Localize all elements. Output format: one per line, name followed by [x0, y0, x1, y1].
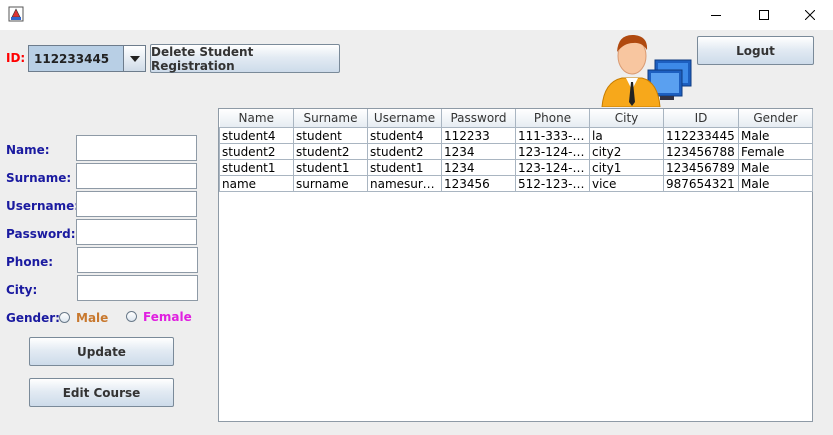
column-header[interactable]: Username [367, 109, 442, 128]
table-cell[interactable]: 123-124-1... [515, 143, 590, 160]
table-cell[interactable]: student4 [367, 127, 442, 144]
table-cell[interactable]: la [589, 127, 664, 144]
table-cell[interactable]: Male [738, 175, 813, 192]
table-row[interactable]: name surname namesurn... 123456 512-123-… [219, 175, 813, 192]
table-cell[interactable]: 123456788 [663, 143, 739, 160]
column-header[interactable]: Password [441, 109, 516, 128]
column-header[interactable]: Surname [293, 109, 368, 128]
table-cell[interactable]: student1 [219, 159, 294, 176]
delete-registration-button[interactable]: Delete Student Registration [150, 44, 340, 73]
close-icon [805, 10, 815, 20]
phone-field[interactable] [77, 247, 198, 273]
table-cell[interactable]: 512-123-5... [515, 175, 590, 192]
table-cell[interactable]: student2 [367, 143, 442, 160]
table-cell[interactable]: namesurn... [367, 175, 442, 192]
column-header[interactable]: ID [663, 109, 739, 128]
table-cell[interactable]: Female [738, 143, 813, 160]
table-cell[interactable]: city2 [589, 143, 664, 160]
id-label: ID: [6, 51, 26, 65]
table-cell[interactable]: student1 [293, 159, 368, 176]
minimize-icon [711, 15, 721, 16]
combo-dropdown-arrow[interactable] [124, 46, 145, 71]
table-cell[interactable]: 123-124-1... [515, 159, 590, 176]
students-table-scrollpane[interactable]: Name Surname Username Password Phone Cit… [218, 108, 813, 422]
password-label: Password: [6, 227, 76, 241]
table-cell[interactable]: 123456 [441, 175, 516, 192]
password-field[interactable] [76, 219, 197, 245]
logout-button[interactable]: Logut [697, 36, 814, 65]
table-cell[interactable]: surname [293, 175, 368, 192]
table-cell[interactable]: student1 [367, 159, 442, 176]
maximize-icon [759, 10, 769, 20]
male-label[interactable]: Male [76, 311, 108, 325]
minimize-button[interactable] [693, 0, 739, 30]
table-cell[interactable]: 112233 [441, 127, 516, 144]
java-app-icon [8, 6, 24, 22]
username-field[interactable] [76, 191, 197, 217]
table-cell[interactable]: 987654321 [663, 175, 739, 192]
user-computer-icon [601, 34, 692, 107]
column-header[interactable]: Gender [738, 109, 813, 128]
surname-label: Surname: [6, 171, 72, 185]
female-radio[interactable] [126, 311, 137, 322]
column-header[interactable]: Phone [515, 109, 590, 128]
table-row[interactable]: student4 student student4 112233 111-333… [219, 127, 813, 144]
edit-course-button[interactable]: Edit Course [29, 378, 174, 407]
table-cell[interactable]: Male [738, 127, 813, 144]
table-cell[interactable]: student4 [219, 127, 294, 144]
female-label[interactable]: Female [143, 310, 192, 324]
phone-label: Phone: [6, 255, 54, 269]
table-cell[interactable]: 123456789 [663, 159, 739, 176]
table-cell[interactable]: Male [738, 159, 813, 176]
gender-label: Gender: [6, 311, 60, 325]
table-cell[interactable]: name [219, 175, 294, 192]
table-cell[interactable]: student2 [219, 143, 294, 160]
name-field[interactable] [76, 135, 197, 161]
surname-field[interactable] [76, 163, 197, 189]
table-cell[interactable]: 1234 [441, 143, 516, 160]
maximize-button[interactable] [741, 0, 787, 30]
table-cell[interactable]: 112233445 [663, 127, 739, 144]
table-row[interactable]: student1 student1 student1 1234 123-124-… [219, 159, 813, 176]
chevron-down-icon [129, 55, 140, 62]
table-cell[interactable]: student2 [293, 143, 368, 160]
table-cell[interactable]: 1234 [441, 159, 516, 176]
title-bar [0, 0, 833, 30]
username-label: Username: [6, 199, 80, 213]
table-cell[interactable]: city1 [589, 159, 664, 176]
city-label: City: [6, 283, 38, 297]
table-cell[interactable]: student [293, 127, 368, 144]
table-row[interactable]: student2 student2 student2 1234 123-124-… [219, 143, 813, 160]
close-button[interactable] [787, 0, 833, 30]
id-combo-box[interactable]: 112233445 [28, 45, 146, 72]
students-table: Name Surname Username Password Phone Cit… [219, 109, 813, 192]
table-cell[interactable]: 111-333-4... [515, 127, 590, 144]
id-combo-value: 112233445 [29, 46, 124, 71]
update-button[interactable]: Update [29, 337, 174, 366]
male-radio[interactable] [59, 312, 70, 323]
column-header[interactable]: Name [219, 109, 294, 128]
table-header-row: Name Surname Username Password Phone Cit… [219, 109, 813, 128]
column-header[interactable]: City [589, 109, 664, 128]
city-field[interactable] [77, 275, 198, 301]
name-label: Name: [6, 143, 50, 157]
table-cell[interactable]: vice [589, 175, 664, 192]
